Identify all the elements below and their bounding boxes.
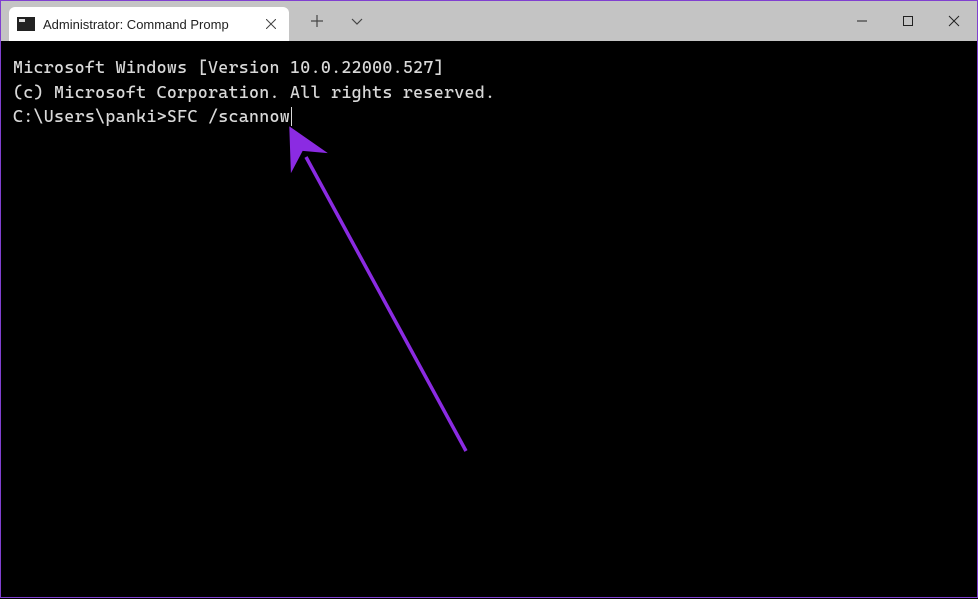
plus-icon	[310, 14, 324, 28]
maximize-icon	[902, 15, 914, 27]
version-line: Microsoft Windows [Version 10.0.22000.52…	[13, 55, 965, 80]
prompt-path: C:\Users\panki>	[13, 106, 167, 126]
window-controls	[839, 1, 977, 41]
close-icon	[948, 15, 960, 27]
tab-dropdown-button[interactable]	[341, 5, 373, 37]
titlebar: Administrator: Command Promp	[1, 1, 977, 41]
cursor	[291, 107, 292, 126]
minimize-button[interactable]	[839, 1, 885, 41]
command-text: SFC /scannow	[167, 106, 290, 126]
close-window-button[interactable]	[931, 1, 977, 41]
tab-title: Administrator: Command Promp	[43, 17, 255, 32]
copyright-line: (c) Microsoft Corporation. All rights re…	[13, 80, 965, 105]
tab-active[interactable]: Administrator: Command Promp	[9, 7, 289, 41]
cmd-icon	[17, 17, 35, 31]
maximize-button[interactable]	[885, 1, 931, 41]
terminal-output[interactable]: Microsoft Windows [Version 10.0.22000.52…	[1, 41, 977, 597]
minimize-icon	[856, 15, 868, 27]
close-icon	[266, 19, 276, 29]
prompt-line: C:\Users\panki>SFC /scannow	[13, 104, 965, 129]
new-tab-button[interactable]	[301, 5, 333, 37]
tab-actions	[301, 1, 373, 41]
chevron-down-icon	[350, 14, 364, 28]
tab-close-button[interactable]	[263, 16, 279, 32]
